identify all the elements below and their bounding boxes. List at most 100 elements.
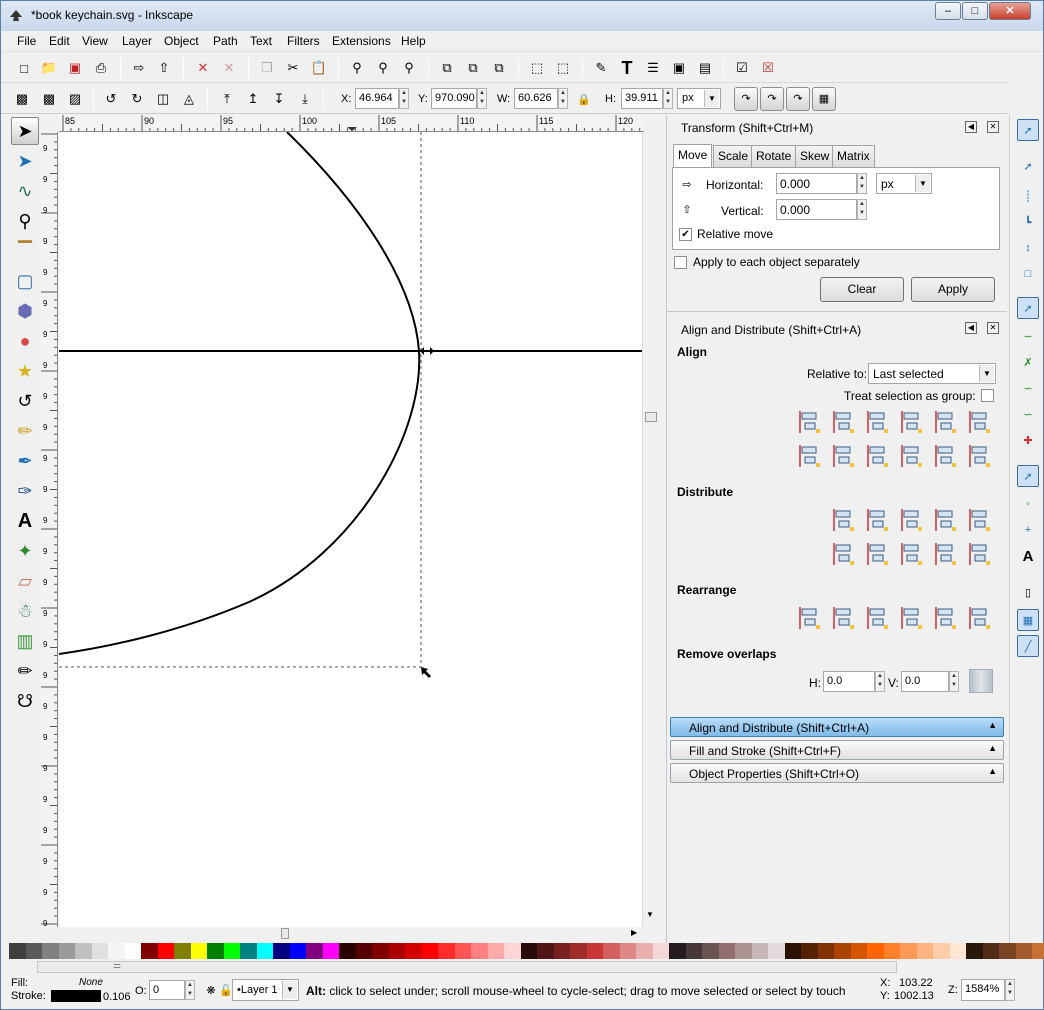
ellipse-tool-icon[interactable]: ●	[11, 327, 39, 355]
snap-bbox-corners-icon[interactable]: ┗	[1017, 211, 1039, 233]
snap-text-baseline-icon[interactable]: A	[1017, 545, 1039, 567]
snap-page-border-icon[interactable]: ▯	[1017, 581, 1039, 603]
deselect-icon[interactable]: ▨	[65, 89, 85, 109]
unit-select[interactable]: px ▼	[677, 88, 721, 109]
connector-tool-icon[interactable]: ☋	[11, 687, 39, 715]
palette-swatch[interactable]	[421, 943, 438, 959]
exchange-clockwise-icon[interactable]	[899, 605, 925, 631]
color-palette[interactable]	[9, 943, 1044, 959]
palette-swatch[interactable]	[108, 943, 125, 959]
palette-swatch[interactable]	[735, 943, 752, 959]
3d-box-tool-icon[interactable]: ⬢	[11, 297, 39, 325]
dock-close-icon[interactable]: ✕	[987, 121, 999, 133]
opacity-spin-arrows[interactable]: ▲ ▼	[185, 980, 195, 1000]
group-icon[interactable]: ⬚	[527, 58, 547, 78]
snap-nodes-icon[interactable]: ➚	[1017, 297, 1039, 319]
palette-swatch[interactable]	[174, 943, 191, 959]
pen-tool-icon[interactable]: ✒	[11, 447, 39, 475]
pencil-tool-icon[interactable]: ✏	[11, 417, 39, 445]
overlap-v-input[interactable]: 0.0	[901, 671, 949, 692]
zoom-drawing-icon[interactable]: ⚲	[373, 58, 393, 78]
menu-path[interactable]: Path	[213, 34, 238, 48]
menu-filters[interactable]: Filters	[287, 34, 320, 48]
gradient-tool-icon[interactable]: ▥	[11, 627, 39, 655]
palette-swatch[interactable]	[141, 943, 158, 959]
dock-iconify-icon[interactable]: ◀	[965, 322, 977, 334]
palette-swatch[interactable]	[207, 943, 224, 959]
snap-rotation-center-icon[interactable]: +	[1017, 519, 1039, 541]
palette-swatch[interactable]	[9, 943, 26, 959]
drawing-canvas[interactable]	[59, 132, 642, 927]
clone-icon[interactable]: ⧉	[463, 58, 483, 78]
collapsed-object-properties[interactable]: Object Properties (Shift+Ctrl+O) ▲	[670, 763, 1004, 783]
print-icon[interactable]: ⎙	[91, 58, 111, 78]
raise-icon[interactable]: ↥	[243, 89, 263, 109]
palette-swatch[interactable]	[537, 943, 554, 959]
snap-others-icon[interactable]: ➚	[1017, 465, 1039, 487]
palette-swatch[interactable]	[438, 943, 455, 959]
palette-swatch[interactable]	[718, 943, 735, 959]
flip-horizontal-icon[interactable]: ◫	[153, 89, 173, 109]
graph-layout-icon[interactable]	[797, 605, 823, 631]
vertical-spin-arrows[interactable]: ▲ ▼	[857, 199, 867, 220]
canvas-horizontal-scrollbar[interactable]: ▶	[59, 927, 642, 941]
menu-view[interactable]: View	[82, 34, 108, 48]
relative-move-checkbox[interactable]: ✔	[679, 228, 692, 241]
align-right-icon[interactable]	[899, 409, 925, 435]
zoom-page-icon[interactable]: ⚲	[399, 58, 419, 78]
palette-swatch[interactable]	[306, 943, 323, 959]
palette-swatch[interactable]	[91, 943, 108, 959]
tab-rotate[interactable]: Rotate	[751, 145, 797, 167]
text-font-icon[interactable]: T	[617, 58, 637, 78]
fill-stroke-icon[interactable]: ✎	[591, 58, 611, 78]
menu-layer[interactable]: Layer	[122, 34, 152, 48]
ungroup-icon[interactable]: ⬚	[553, 58, 573, 78]
align-right-anchor-icon[interactable]	[797, 409, 823, 435]
palette-swatch[interactable]	[982, 943, 999, 959]
palette-swatch[interactable]	[784, 943, 801, 959]
export-icon[interactable]: ⇧	[154, 58, 174, 78]
rotate-cw-icon[interactable]: ↻	[127, 89, 147, 109]
align-top-icon[interactable]	[831, 443, 857, 469]
palette-swatch[interactable]	[652, 943, 669, 959]
enable-snapping-icon[interactable]: ➚	[1017, 119, 1039, 141]
rotate-ccw-icon[interactable]: ↺	[101, 89, 121, 109]
h-input[interactable]: 39.911	[621, 88, 663, 109]
exchange-positions-icon[interactable]	[831, 605, 857, 631]
import-icon[interactable]: ⇨	[129, 58, 149, 78]
calligraphy-tool-icon[interactable]: ✑	[11, 477, 39, 505]
zoom-input[interactable]: 1584%	[961, 979, 1005, 1001]
treat-group-checkbox[interactable]	[981, 389, 994, 402]
document-properties-icon[interactable]: ☒	[758, 58, 778, 78]
align-distribute-icon[interactable]: ▤	[695, 58, 715, 78]
align-center-h-icon[interactable]	[865, 409, 891, 435]
flip-vertical-icon[interactable]: ◬	[179, 89, 199, 109]
w-input[interactable]: 60.626	[514, 88, 558, 109]
opacity-input[interactable]: 0	[149, 980, 185, 1000]
dock-close-icon[interactable]: ✕	[987, 322, 999, 334]
palette-swatch[interactable]	[570, 943, 587, 959]
horizontal-input[interactable]: 0.000	[776, 173, 857, 194]
align-top-anchor-icon[interactable]	[933, 443, 959, 469]
tab-scale[interactable]: Scale	[713, 145, 754, 167]
tab-move[interactable]: Move	[673, 144, 713, 168]
tweak-tool-icon[interactable]: ∿	[11, 177, 39, 205]
overlap-h-input[interactable]: 0.0	[823, 671, 875, 692]
scale-stroke-toggle[interactable]: ↷	[734, 87, 758, 111]
vertical-input[interactable]: 0.000	[776, 199, 857, 220]
distribute-center-h-icon[interactable]	[865, 507, 891, 533]
palette-swatch[interactable]	[405, 943, 422, 959]
palette-swatch[interactable]	[124, 943, 141, 959]
stroke-width-value[interactable]: 0.106	[103, 991, 131, 1003]
palette-swatch[interactable]	[372, 943, 389, 959]
layers-icon[interactable]: ☰	[643, 58, 663, 78]
menu-file[interactable]: File	[17, 34, 36, 48]
align-left-icon[interactable]	[831, 409, 857, 435]
node-tool-icon[interactable]: ➤	[11, 147, 39, 175]
spray-tool-icon[interactable]: ✦	[11, 537, 39, 565]
dock-iconify-icon[interactable]: ◀	[965, 121, 977, 133]
horizontal-spin-arrows[interactable]: ▲ ▼	[857, 173, 867, 194]
palette-scroll-grip-icon[interactable]: ⚌	[113, 960, 121, 971]
palette-swatch[interactable]	[801, 943, 818, 959]
collapsed-align-distribute[interactable]: Align and Distribute (Shift+Ctrl+A) ▲	[670, 717, 1004, 737]
